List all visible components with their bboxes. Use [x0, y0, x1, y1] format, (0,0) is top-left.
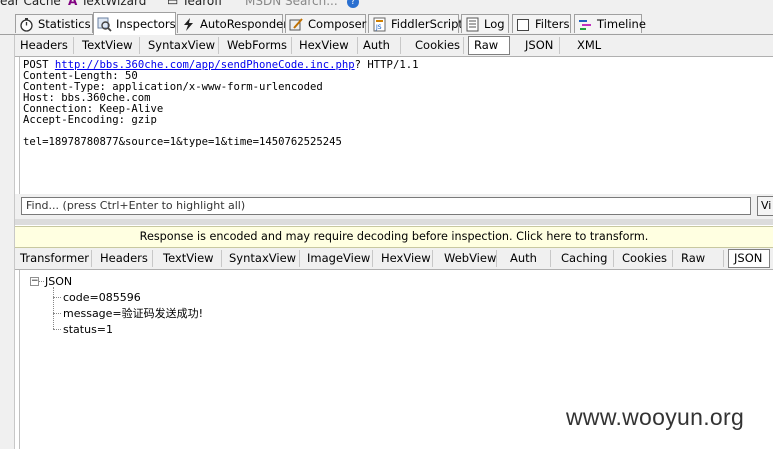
tab-fiddlerscript-label: FiddlerScript [391, 17, 463, 31]
js-file-icon: JS [373, 17, 386, 32]
tab-log[interactable]: Log [461, 14, 509, 33]
resp-tab-transformer[interactable]: Transformer [15, 250, 92, 267]
clear-cache-button[interactable]: ear Cache [0, 0, 61, 8]
tree-node-root[interactable]: JSON [45, 275, 72, 288]
tree-connector [39, 281, 44, 282]
req-tab-webforms[interactable]: WebForms [222, 37, 292, 54]
stopwatch-icon [20, 18, 33, 32]
request-protocol: ? HTTP/1.1 [354, 59, 419, 71]
req-tab-json[interactable]: JSON [520, 37, 560, 54]
tearoff-button[interactable]: ▭ Tearoff [167, 0, 222, 8]
tree-node-status[interactable]: status=1 [63, 323, 113, 336]
req-tab-raw[interactable]: Raw [468, 36, 510, 55]
tree-connector [53, 287, 54, 329]
checkbox-icon [517, 19, 529, 31]
tab-autoresponder-label: AutoResponder [200, 17, 288, 31]
resp-tab-cookies[interactable]: Cookies [617, 250, 673, 267]
tab-log-label: Log [484, 17, 505, 31]
request-tab-strip: Headers TextView SyntaxView WebForms Hex… [15, 35, 773, 57]
resp-tab-hexview[interactable]: HexView [376, 250, 433, 267]
resp-tab-textview[interactable]: TextView [158, 250, 222, 267]
textwizard-label: TextWizard [81, 0, 147, 8]
tree-node-message[interactable]: message=验证码发送成功! [63, 307, 203, 320]
resp-tab-imageview[interactable]: ImageView [302, 250, 373, 267]
tab-autoresponder[interactable]: AutoResponder [177, 14, 288, 33]
top-toolbar: ear Cache A TextWizard ▭ Tearoff MSDN Se… [0, 0, 773, 10]
resp-tab-raw[interactable]: Raw [676, 250, 724, 267]
textwizard-button[interactable]: A TextWizard [68, 0, 146, 8]
decode-banner[interactable]: Response is encoded and may require deco… [15, 226, 773, 248]
tab-composer-label: Composer [308, 17, 367, 31]
tearoff-icon: ▭ [167, 0, 179, 8]
watermark: www.wooyun.org [566, 404, 745, 430]
svg-text:JS: JS [375, 24, 382, 31]
resp-tab-headers[interactable]: Headers [95, 250, 153, 267]
request-header-line: Accept-Encoding: gzip [23, 114, 157, 126]
resp-tab-webview[interactable]: WebView [439, 250, 497, 267]
msdn-search-input[interactable]: MSDN Search... [245, 0, 338, 8]
tab-filters[interactable]: Filters [512, 14, 571, 33]
req-tab-headers[interactable]: Headers [15, 37, 74, 54]
tab-inspectors-label: Inspectors [116, 17, 176, 31]
resp-tab-json[interactable]: JSON [728, 249, 770, 268]
tab-statistics[interactable]: Statistics [15, 14, 93, 33]
tearoff-label: Tearoff [182, 0, 223, 8]
tab-timeline[interactable]: Timeline [574, 14, 646, 33]
req-tab-textview[interactable]: TextView [77, 37, 140, 54]
request-raw-view[interactable]: POST http://bbs.360che.com/app/sendPhone… [19, 57, 773, 195]
pencil-icon [289, 18, 303, 31]
tree-connector [53, 297, 61, 298]
help-icon[interactable]: ? [347, 0, 359, 8]
find-input[interactable]: Find... (press Ctrl+Enter to highlight a… [21, 197, 751, 215]
log-icon [466, 17, 479, 32]
left-margin [0, 35, 15, 449]
view-in-notepad-button[interactable]: Vi [757, 196, 773, 216]
collapse-toggle-icon[interactable]: − [30, 277, 39, 286]
resp-tab-caching[interactable]: Caching [556, 250, 614, 267]
timeline-icon [579, 20, 591, 30]
pane-splitter[interactable] [15, 219, 773, 225]
lightning-icon [184, 18, 193, 31]
tree-connector [53, 313, 61, 314]
response-tab-strip: Transformer Headers TextView SyntaxView … [15, 248, 773, 270]
tab-timeline-label: Timeline [597, 17, 646, 31]
tab-composer[interactable]: Composer [285, 14, 366, 33]
resp-tab-syntaxview[interactable]: SyntaxView [224, 250, 300, 267]
resp-tab-auth[interactable]: Auth [505, 250, 551, 267]
tree-connector [53, 329, 61, 330]
textwizard-icon: A [68, 0, 78, 8]
req-tab-auth[interactable]: Auth [358, 37, 401, 54]
req-tab-syntaxview[interactable]: SyntaxView [143, 37, 219, 54]
tab-statistics-label: Statistics [38, 17, 91, 31]
main-tab-strip: Statistics Inspectors AutoResponder Comp… [0, 10, 773, 35]
tab-inspectors[interactable]: Inspectors [93, 12, 176, 35]
request-body: tel=18978780877&source=1&type=1&time=145… [23, 136, 342, 148]
magnifier-icon [97, 17, 112, 32]
req-tab-hexview[interactable]: HexView [294, 37, 358, 54]
tab-fiddlerscript[interactable]: JS FiddlerScript [368, 14, 463, 33]
tree-node-code[interactable]: code=085596 [63, 291, 141, 304]
req-tab-cookies[interactable]: Cookies [410, 37, 464, 54]
find-bar: Find... (press Ctrl+Enter to highlight a… [15, 194, 773, 219]
req-tab-xml[interactable]: XML [572, 37, 612, 54]
tab-filters-label: Filters [535, 17, 570, 31]
